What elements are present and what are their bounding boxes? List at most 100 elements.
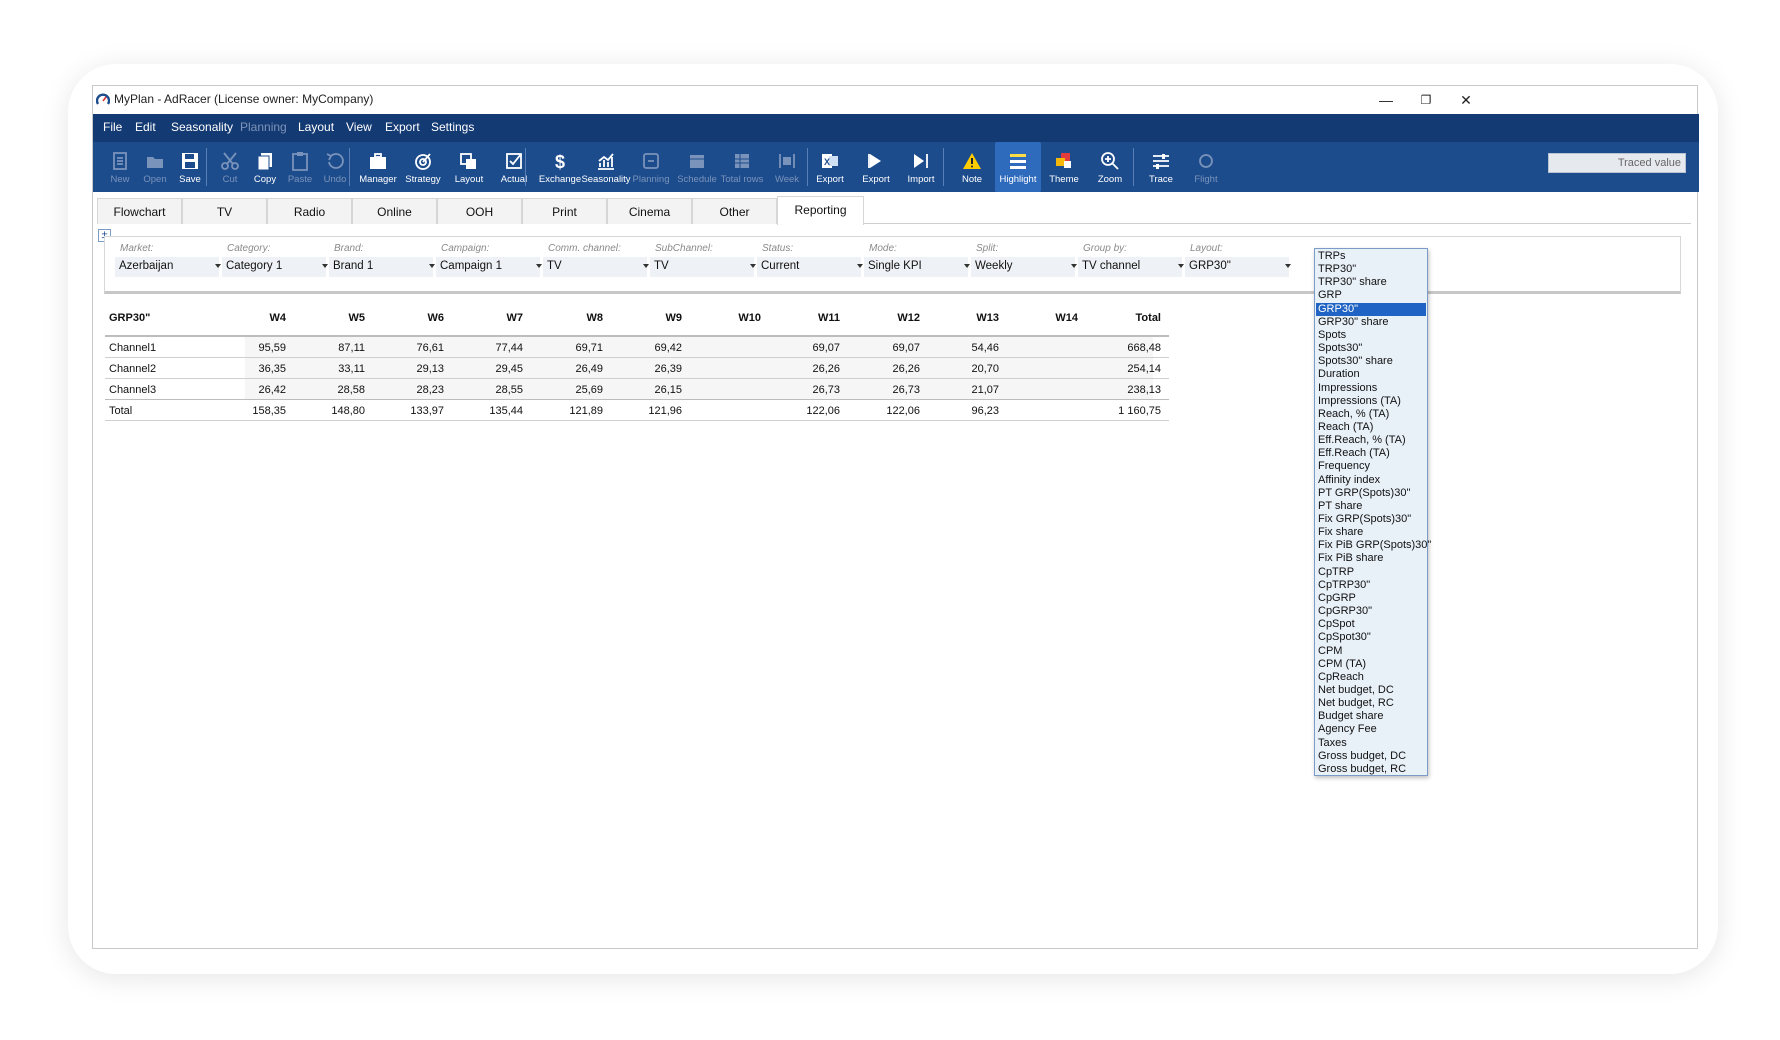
table-cell[interactable]: 69,07 <box>770 342 840 354</box>
table-cell[interactable]: 87,11 <box>295 342 365 354</box>
layout-option[interactable]: Fix share <box>1316 526 1426 539</box>
table-cell[interactable]: 20,70 <box>929 363 999 375</box>
menu-view[interactable]: View <box>346 120 372 134</box>
layout-option[interactable]: Duration <box>1316 368 1426 381</box>
layout-option[interactable]: CpTRP30" <box>1316 579 1426 592</box>
toolbar-exchange-button[interactable]: $ Exchange <box>537 142 583 192</box>
table-cell[interactable]: 28,55 <box>453 384 523 396</box>
menu-edit[interactable]: Edit <box>135 120 156 134</box>
brand-select[interactable]: Brand 1 <box>329 257 433 277</box>
column-header-w10[interactable]: W10 <box>701 298 761 335</box>
layout-option[interactable]: CpGRP <box>1316 592 1426 605</box>
column-header-w12[interactable]: W12 <box>860 298 920 335</box>
layout-option[interactable]: Gross budget, DC <box>1316 750 1426 763</box>
layout-option[interactable]: Impressions (TA) <box>1316 395 1426 408</box>
layout-option[interactable]: GRP <box>1316 289 1426 302</box>
close-button[interactable]: ✕ <box>1443 88 1489 112</box>
menu-settings[interactable]: Settings <box>431 120 474 134</box>
table-cell[interactable]: 133,97 <box>374 405 444 417</box>
toolbar-planning-button[interactable]: Planning <box>628 142 674 192</box>
table-cell[interactable]: 238,13 <box>1091 384 1161 396</box>
dropdown-arrow-icon[interactable] <box>1285 264 1291 268</box>
toolbar-schedule-button[interactable]: Schedule <box>674 142 720 192</box>
layout-option[interactable]: Eff.Reach, % (TA) <box>1316 434 1426 447</box>
tab-radio[interactable]: Radio <box>267 198 352 224</box>
table-cell[interactable]: 36,35 <box>216 363 286 375</box>
table-cell[interactable]: 96,23 <box>929 405 999 417</box>
layout-option[interactable]: Budget share <box>1316 710 1426 723</box>
layout-option[interactable]: CPM (TA) <box>1316 658 1426 671</box>
layout-option[interactable]: CpSpot <box>1316 618 1426 631</box>
layout-option[interactable]: Spots30" <box>1316 342 1426 355</box>
column-header-w11[interactable]: W11 <box>780 298 840 335</box>
table-cell[interactable]: 148,80 <box>295 405 365 417</box>
tab-cinema[interactable]: Cinema <box>607 198 692 224</box>
table-cell[interactable]: 76,61 <box>374 342 444 354</box>
layout-option[interactable]: Fix GRP(Spots)30" <box>1316 513 1426 526</box>
layout-option[interactable]: Net budget, DC <box>1316 684 1426 697</box>
layout-option[interactable]: Agency Fee <box>1316 723 1426 736</box>
table-cell[interactable]: 95,59 <box>216 342 286 354</box>
toolbar-layout-button[interactable]: Layout <box>446 142 492 192</box>
toolbar-flight-button[interactable]: Flight <box>1183 142 1229 192</box>
layout-option[interactable]: CPM <box>1316 645 1426 658</box>
table-cell[interactable]: 69,07 <box>850 342 920 354</box>
column-header-w9[interactable]: W9 <box>622 298 683 335</box>
toolbar-zoom-button[interactable]: Zoom <box>1087 142 1133 192</box>
dropdown-arrow-icon[interactable] <box>1178 264 1184 268</box>
layout-select[interactable]: GRP30" <box>1185 257 1289 277</box>
layout-option[interactable]: CpSpot30" <box>1316 631 1426 644</box>
column-header-w7[interactable]: W7 <box>463 298 524 335</box>
tab-print[interactable]: Print <box>522 198 607 224</box>
toolbar-actual-button[interactable]: Actual <box>491 142 537 192</box>
layout-option[interactable]: Spots30" share <box>1316 355 1426 368</box>
dropdown-arrow-icon[interactable] <box>857 264 863 268</box>
dropdown-arrow-icon[interactable] <box>750 264 756 268</box>
table-cell[interactable]: 26,26 <box>770 363 840 375</box>
column-header-w14[interactable]: W14 <box>1018 298 1078 335</box>
column-header-w4[interactable]: W4 <box>226 298 287 335</box>
toolbar-highlight-button[interactable]: Highlight <box>995 142 1041 192</box>
column-header-w6[interactable]: W6 <box>384 298 445 335</box>
table-cell[interactable]: 28,58 <box>295 384 365 396</box>
table-cell[interactable]: 26,73 <box>850 384 920 396</box>
dropdown-arrow-icon[interactable] <box>322 264 328 268</box>
toolbar-manager-button[interactable]: Manager <box>355 142 401 192</box>
table-cell[interactable]: 69,71 <box>533 342 603 354</box>
category-select[interactable]: Category 1 <box>222 257 326 277</box>
toolbar-undo-button[interactable]: Undo <box>312 142 358 192</box>
tab-reporting[interactable]: Reporting <box>777 196 864 225</box>
toolbar-export-button[interactable]: X Export <box>807 142 853 192</box>
layout-option[interactable]: Fix PiB share <box>1316 552 1426 565</box>
layout-option[interactable]: Reach (TA) <box>1316 421 1426 434</box>
market-select[interactable]: Azerbaijan <box>115 257 219 277</box>
table-cell[interactable]: 1 160,75 <box>1091 405 1161 417</box>
layout-option[interactable]: Reach, % (TA) <box>1316 408 1426 421</box>
layout-option[interactable]: CpGRP30" <box>1316 605 1426 618</box>
campaign-select[interactable]: Campaign 1 <box>436 257 540 277</box>
table-cell[interactable]: 26,42 <box>216 384 286 396</box>
tab-ooh[interactable]: OOH <box>437 198 522 224</box>
subchannel-select[interactable]: TV <box>650 257 754 277</box>
table-cell[interactable]: 122,06 <box>770 405 840 417</box>
toolbar-note-button[interactable]: Note <box>949 142 995 192</box>
layout-option[interactable]: PT share <box>1316 500 1426 513</box>
dropdown-arrow-icon[interactable] <box>1071 264 1077 268</box>
layout-option[interactable]: Gross budget, RC <box>1316 763 1426 776</box>
toolbar-import-button[interactable]: Import <box>898 142 944 192</box>
layout-option[interactable]: Net budget, RC <box>1316 697 1426 710</box>
dropdown-arrow-icon[interactable] <box>643 264 649 268</box>
layout-option[interactable]: Affinity index <box>1316 474 1426 487</box>
table-cell[interactable]: 122,06 <box>850 405 920 417</box>
menu-file[interactable]: File <box>103 120 122 134</box>
table-cell[interactable]: 121,96 <box>612 405 682 417</box>
column-header-w13[interactable]: W13 <box>939 298 999 335</box>
layout-option[interactable]: Fix PiB GRP(Spots)30" <box>1316 539 1431 552</box>
table-cell[interactable]: 158,35 <box>216 405 286 417</box>
layout-option[interactable]: GRP30" <box>1316 302 1426 316</box>
table-cell[interactable]: 29,45 <box>453 363 523 375</box>
column-header-total[interactable]: Total <box>1101 298 1161 335</box>
layout-option[interactable]: TRPs <box>1316 250 1426 263</box>
toolbar-theme-button[interactable]: Theme <box>1041 142 1087 192</box>
traced-value-field[interactable]: Traced value <box>1548 153 1686 173</box>
